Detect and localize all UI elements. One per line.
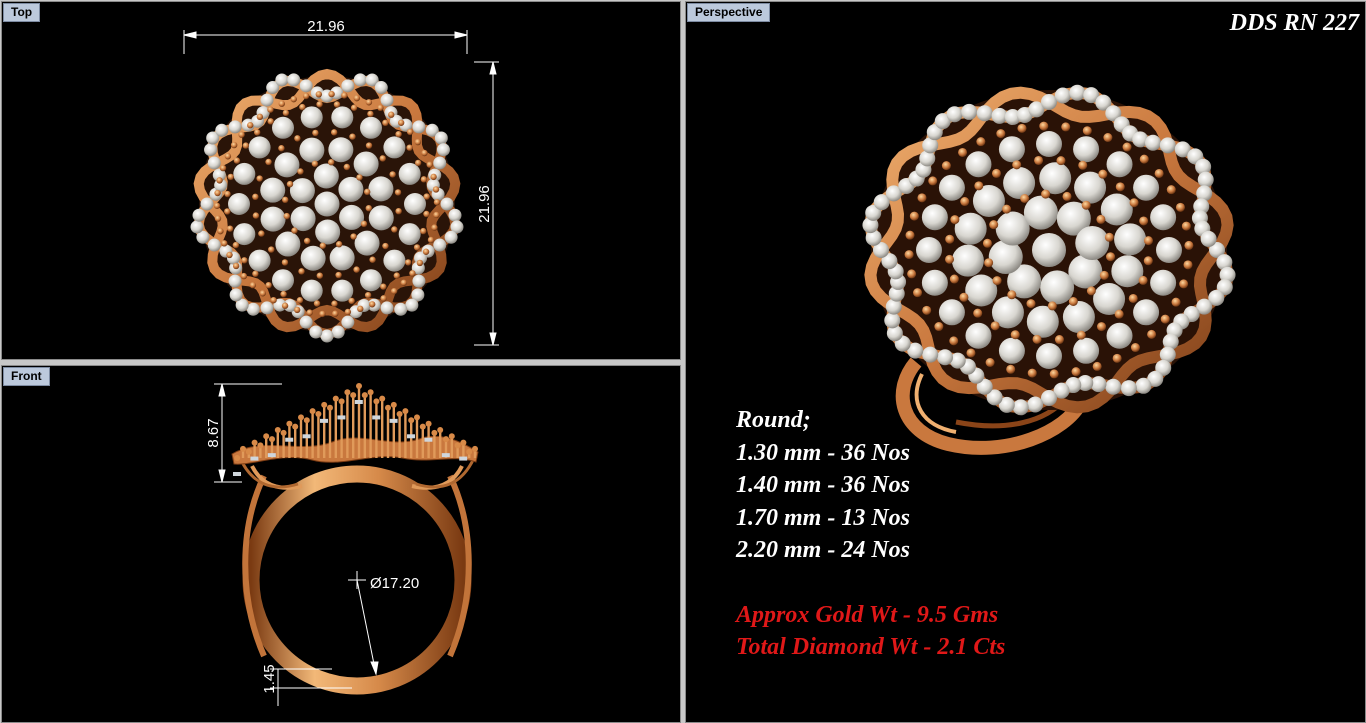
gold-weight: Approx Gold Wt - 9.5 Gms [736, 601, 999, 628]
stone-specification: Round; 1.30 mm - 36 Nos 1.40 mm - 36 Nos… [736, 404, 1005, 664]
viewport-front[interactable]: Front 8.67 Ø17.20 1.45 [1, 365, 681, 723]
viewport-label-front[interactable]: Front [3, 367, 50, 386]
diameter-label: Ø17.20 [370, 575, 419, 592]
viewport-perspective[interactable]: Perspective DDS RN 227 Round; 1.30 mm - … [685, 1, 1366, 723]
ring-head-prongs [233, 383, 478, 476]
spec-stone-4: 2.20 mm - 24 Nos [736, 537, 910, 563]
viewport-top[interactable]: Top 21.96 21.96 [1, 1, 681, 360]
height-dimension [214, 383, 282, 483]
viewport-label-top[interactable]: Top [3, 3, 41, 22]
spec-heading: Round; [736, 407, 811, 433]
spec-stone-1: 1.30 mm - 36 Nos [736, 439, 910, 466]
top-view-drawing: 21.96 21.96 [183, 18, 499, 346]
front-view-drawing: 8.67 Ø17.20 1.45 [205, 383, 479, 706]
spec-stone-2: 1.40 mm - 36 Nos [736, 472, 910, 498]
height-dimension-label: 21.96 [476, 185, 493, 223]
spec-stone-3: 1.70 mm - 13 Nos [736, 504, 910, 531]
head-height-label: 8.67 [205, 418, 222, 447]
ring-top-view [190, 68, 464, 343]
diamond-weight: Total Diamond Wt - 2.1 Cts [736, 634, 1006, 660]
width-dimension-label: 21.96 [307, 18, 345, 35]
viewport-label-perspective[interactable]: Perspective [687, 3, 771, 22]
band-thickness-label: 1.45 [261, 664, 278, 693]
